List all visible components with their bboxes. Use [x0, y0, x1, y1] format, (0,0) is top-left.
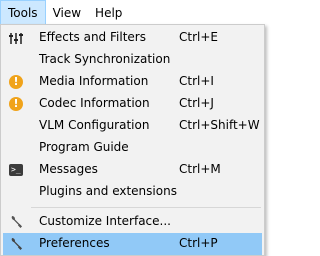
menu-help[interactable]: Help — [88, 0, 129, 25]
console-icon: >_ — [8, 162, 24, 178]
wrench-icon — [8, 236, 24, 252]
info-icon: ! — [8, 96, 24, 112]
menu-tools-label: Tools — [8, 5, 38, 20]
menu-item-label: Preferences — [39, 236, 110, 250]
menu-item-label: Track Synchronization — [39, 52, 171, 66]
menu-item-customize-interface[interactable]: Customize Interface... — [3, 211, 262, 233]
menu-item-program-guide[interactable]: Program Guide — [3, 137, 262, 159]
menu-bar: Tools View Help — [0, 0, 269, 25]
menu-item-track-synchronization[interactable]: Track Synchronization — [3, 49, 262, 71]
menu-item-shortcut: Ctrl+P — [179, 236, 218, 250]
menu-item-label: Effects and Filters — [39, 30, 146, 44]
wrench-icon — [8, 214, 24, 230]
menu-item-shortcut: Ctrl+E — [179, 30, 218, 44]
menu-item-label: Customize Interface... — [39, 214, 171, 228]
menu-item-shortcut: Ctrl+M — [179, 162, 221, 176]
info-icon: ! — [8, 74, 24, 90]
tools-dropdown-menu: Effects and Filters Ctrl+E Track Synchro… — [0, 24, 265, 256]
menu-item-label: Media Information — [39, 74, 149, 88]
screen: Tools View Help Effects and Filters Ctrl… — [0, 0, 269, 256]
menu-item-plugins-and-extensions[interactable]: Plugins and extensions — [3, 181, 262, 203]
menu-item-shortcut: Ctrl+Shift+W — [179, 118, 260, 132]
menu-separator — [31, 207, 261, 208]
menu-item-label: Codec Information — [39, 96, 150, 110]
menu-item-preferences[interactable]: Preferences Ctrl+P — [3, 233, 262, 255]
menu-item-shortcut: Ctrl+J — [179, 96, 214, 110]
menu-item-media-information[interactable]: ! Media Information Ctrl+I — [3, 71, 262, 93]
menu-item-label: Messages — [39, 162, 98, 176]
sliders-icon — [8, 30, 24, 46]
menu-item-shortcut: Ctrl+I — [179, 74, 214, 88]
menu-view[interactable]: View — [46, 0, 88, 25]
menu-help-label: Help — [95, 5, 123, 20]
menu-view-label: View — [52, 5, 82, 20]
menu-item-label: Plugins and extensions — [39, 184, 177, 198]
menu-item-messages[interactable]: >_ Messages Ctrl+M — [3, 159, 262, 181]
menu-item-effects-and-filters[interactable]: Effects and Filters Ctrl+E — [3, 27, 262, 49]
menu-item-vlm-configuration[interactable]: VLM Configuration Ctrl+Shift+W — [3, 115, 262, 137]
menu-item-label: VLM Configuration — [39, 118, 150, 132]
menu-item-label: Program Guide — [39, 140, 129, 154]
menu-item-codec-information[interactable]: ! Codec Information Ctrl+J — [3, 93, 262, 115]
menu-tools[interactable]: Tools — [0, 0, 46, 25]
